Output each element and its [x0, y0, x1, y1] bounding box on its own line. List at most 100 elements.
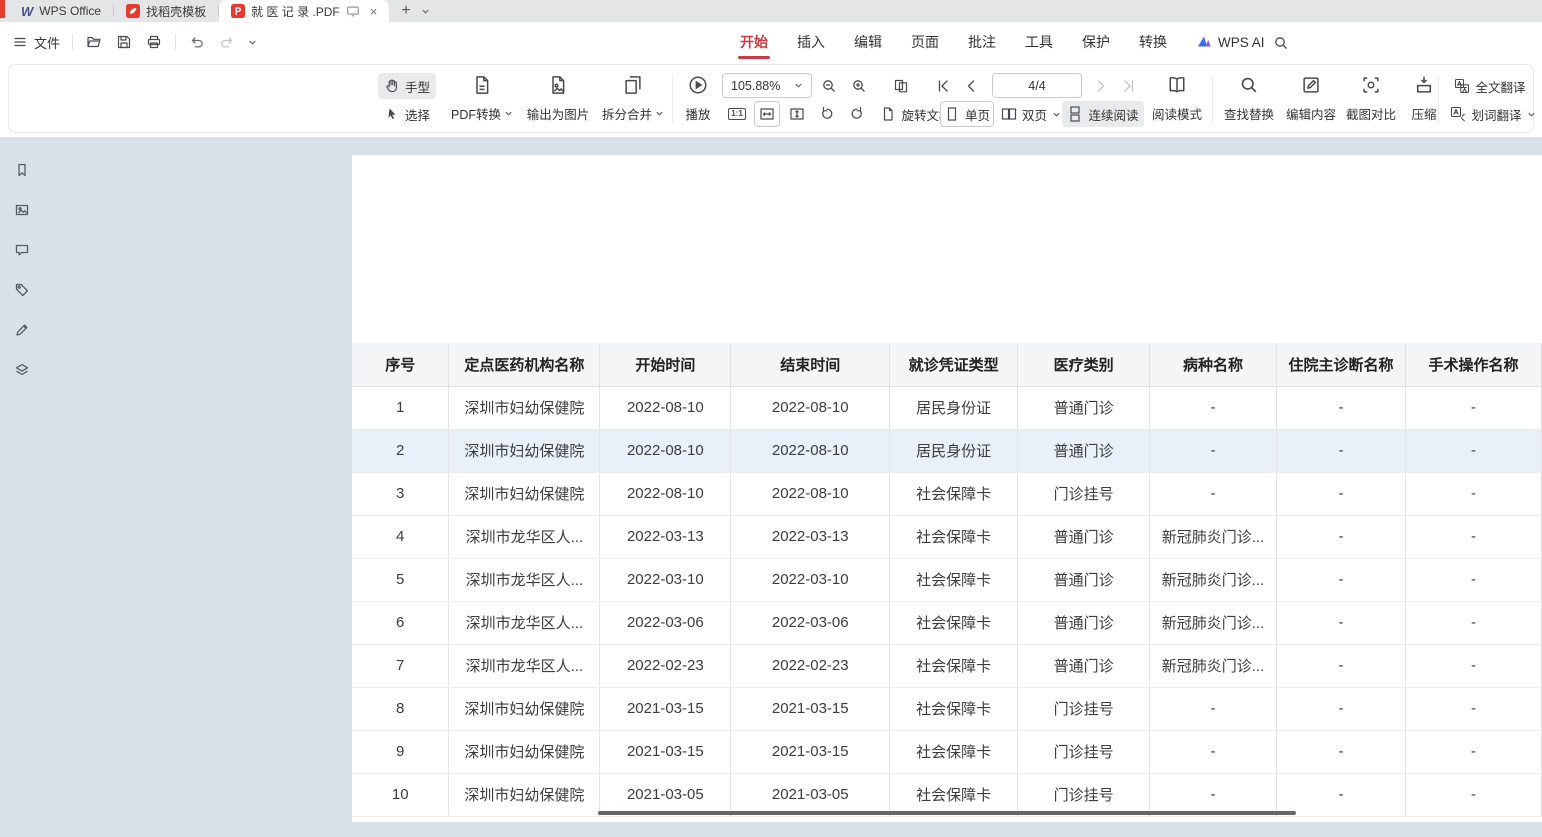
- file-menu-button[interactable]: 文件: [12, 33, 60, 52]
- edit-content-button[interactable]: 编辑内容: [1282, 70, 1340, 128]
- docer-icon: [126, 4, 140, 18]
- undo-button[interactable]: [188, 33, 206, 51]
- page-number-input[interactable]: 4/4: [992, 73, 1082, 98]
- screenshot-compare-button[interactable]: 截图对比: [1342, 70, 1400, 128]
- table-cell: -: [1405, 730, 1541, 773]
- ribbon-tab-page[interactable]: 页面: [911, 22, 939, 62]
- table-cell: 门诊挂号: [1018, 773, 1150, 816]
- full-translate-button[interactable]: 全文翻译: [1446, 73, 1534, 99]
- horizontal-scrollbar-thumb[interactable]: [598, 811, 1296, 815]
- chevron-down-icon: [1527, 110, 1536, 119]
- ribbon-tab-convert[interactable]: 转换: [1139, 22, 1167, 62]
- menubar-separator: [72, 34, 73, 50]
- prev-page-button[interactable]: [958, 73, 984, 99]
- find-replace-button[interactable]: 查找替换: [1220, 70, 1278, 128]
- search-icon: [1273, 35, 1289, 51]
- close-tab-icon[interactable]: ×: [370, 4, 378, 19]
- table-cell: -: [1150, 472, 1277, 515]
- print-button[interactable]: [145, 33, 163, 51]
- table-cell: 2022-08-10: [600, 386, 731, 429]
- thumbnail-panel-button[interactable]: [12, 200, 32, 220]
- redo-button[interactable]: [218, 33, 236, 51]
- table-cell: -: [1150, 773, 1277, 816]
- chevron-down-icon: [655, 109, 664, 118]
- comment-icon: [14, 242, 30, 258]
- export-image-button[interactable]: 输出为图片: [520, 70, 596, 128]
- folder-open-icon: [86, 34, 102, 50]
- fit-width-button[interactable]: [754, 101, 780, 127]
- undo-history-chevron-icon[interactable]: [248, 38, 257, 47]
- zoom-out-button[interactable]: [816, 73, 842, 99]
- book-icon: [1167, 75, 1187, 95]
- first-page-button[interactable]: [930, 73, 956, 99]
- zoom-combobox[interactable]: 105.88%: [722, 73, 812, 98]
- last-page-button[interactable]: [1116, 73, 1142, 99]
- table-cell: -: [1405, 429, 1541, 472]
- split-merge-button[interactable]: 拆分合并: [598, 70, 668, 128]
- table-cell: 1: [352, 386, 449, 429]
- select-tool-label: 选择: [405, 105, 430, 124]
- pdf-convert-button[interactable]: PDF转换: [446, 70, 518, 128]
- layers-panel-button[interactable]: [12, 360, 32, 380]
- read-mode-button[interactable]: 阅读模式: [1148, 70, 1206, 128]
- next-page-button[interactable]: [1088, 73, 1114, 99]
- new-tab-button[interactable]: +: [401, 2, 410, 20]
- ribbon-tab-protect[interactable]: 保护: [1082, 22, 1110, 62]
- next-page-icon: [1093, 78, 1109, 94]
- double-page-button[interactable]: 双页: [1000, 101, 1062, 127]
- continuous-read-button[interactable]: 连续阅读: [1062, 101, 1144, 127]
- left-sidebar-rail: [0, 137, 44, 837]
- page-indicator: 4/4: [1028, 79, 1045, 93]
- bookmark-panel-button[interactable]: [12, 160, 32, 180]
- tab-wps-office[interactable]: W WPS Office: [9, 0, 113, 22]
- table-cell: 社会保障卡: [890, 601, 1018, 644]
- rotate-cw-button[interactable]: [844, 101, 870, 127]
- ribbon-tab-insert[interactable]: 插入: [797, 22, 825, 62]
- redo-icon: [219, 34, 235, 50]
- table-cell: 深圳市龙华区人...: [449, 601, 600, 644]
- play-button[interactable]: 播放: [676, 70, 720, 128]
- table-cell: 深圳市妇幼保健院: [449, 429, 600, 472]
- actual-size-button[interactable]: 1:1: [724, 101, 750, 127]
- table-cell: -: [1405, 644, 1541, 687]
- compress-icon: [1414, 75, 1434, 95]
- tag-panel-button[interactable]: [12, 280, 32, 300]
- rotate-ccw-icon: [819, 106, 835, 122]
- compress-button[interactable]: 压缩: [1402, 70, 1446, 128]
- table-header-cell: 就诊凭证类型: [890, 343, 1018, 386]
- tab-medical-record-pdf[interactable]: 就 医 记 录 .PDF ×: [219, 0, 389, 22]
- ribbon-tab-comment[interactable]: 批注: [968, 22, 996, 62]
- table-cell: -: [1277, 472, 1406, 515]
- comment-panel-button[interactable]: [12, 240, 32, 260]
- fit-page-button[interactable]: [784, 101, 810, 127]
- present-screen-icon[interactable]: [346, 4, 360, 18]
- ribbon-tab-edit[interactable]: 编辑: [854, 22, 882, 62]
- single-page-label: 单页: [965, 105, 990, 124]
- save-button[interactable]: [115, 33, 133, 51]
- table-cell: 深圳市龙华区人...: [449, 644, 600, 687]
- table-cell: 2022-03-06: [600, 601, 731, 644]
- ribbon-tab-strip: 开始插入编辑页面批注工具保护转换: [740, 22, 1167, 62]
- layers-icon: [14, 362, 30, 378]
- open-file-button[interactable]: [85, 33, 103, 51]
- wps-ai-button[interactable]: WPS AI: [1196, 22, 1265, 62]
- single-page-button[interactable]: 单页: [940, 101, 994, 127]
- word-translate-label: 划词翻译: [1471, 105, 1521, 124]
- zoom-in-button[interactable]: [846, 73, 872, 99]
- ribbon-tab-tools[interactable]: 工具: [1025, 22, 1053, 62]
- undo-icon: [189, 34, 205, 50]
- annotate-panel-button[interactable]: [12, 320, 32, 340]
- zoom-out-icon: [821, 78, 837, 94]
- word-translate-button[interactable]: 划词翻译: [1446, 101, 1540, 127]
- menubar-search-button[interactable]: [1270, 32, 1292, 54]
- tab-docer-templates[interactable]: 找稻壳模板: [114, 0, 218, 22]
- fit-window-button[interactable]: [888, 73, 914, 99]
- hand-tool-button[interactable]: 手型: [378, 73, 436, 99]
- tab-label: WPS Office: [39, 4, 101, 18]
- ribbon-tab-home[interactable]: 开始: [740, 22, 768, 62]
- tab-label: 就 医 记 录 .PDF: [251, 3, 340, 20]
- tab-list-chevron-icon[interactable]: [421, 7, 430, 16]
- table-cell: -: [1150, 386, 1277, 429]
- select-tool-button[interactable]: 选择: [378, 101, 436, 127]
- rotate-ccw-button[interactable]: [814, 101, 840, 127]
